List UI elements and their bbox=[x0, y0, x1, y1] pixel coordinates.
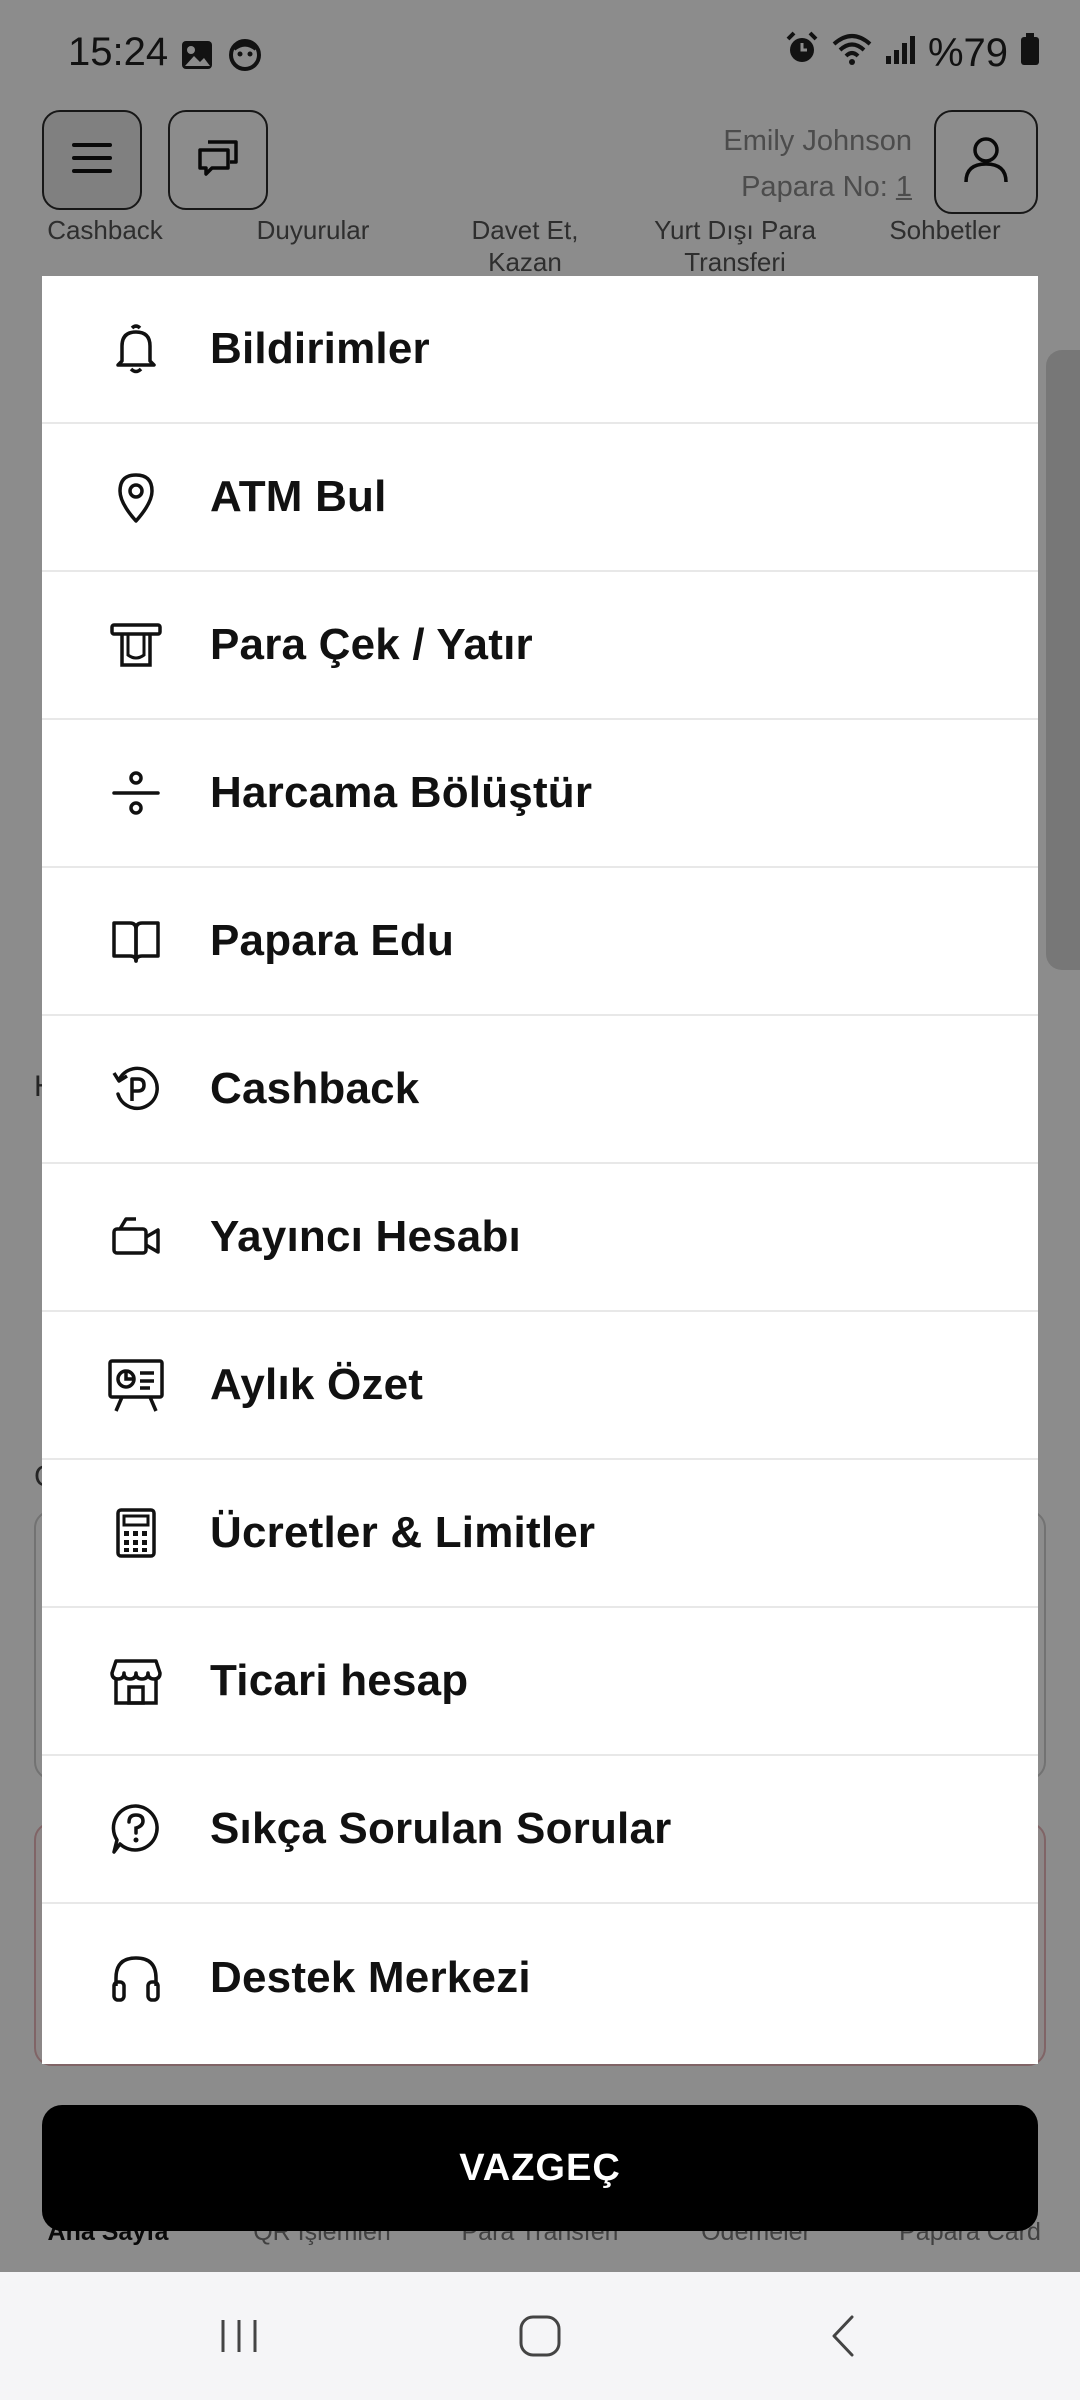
menu-item-label: Aylık Özet bbox=[210, 1360, 424, 1409]
menu-item-atm-bul[interactable]: ATM Bul bbox=[42, 424, 1038, 572]
menu-item-label: Bildirimler bbox=[210, 324, 430, 373]
menu-item-label: Papara Edu bbox=[210, 916, 455, 965]
home-icon[interactable] bbox=[505, 2306, 575, 2366]
location-pin-icon bbox=[104, 465, 168, 529]
menu-item-cashback[interactable]: Cashback bbox=[42, 1016, 1038, 1164]
question-bubble-icon bbox=[104, 1797, 168, 1861]
menu-item-ticari-hesap[interactable]: Ticari hesap bbox=[42, 1608, 1038, 1756]
back-icon[interactable] bbox=[808, 2306, 878, 2366]
menu-item-label: Destek Merkezi bbox=[210, 1953, 531, 2002]
store-icon bbox=[104, 1649, 168, 1713]
menu-item-aylik-ozet[interactable]: Aylık Özet bbox=[42, 1312, 1038, 1460]
menu-item-destek-merkezi[interactable]: Destek Merkezi bbox=[42, 1904, 1038, 2052]
menu-item-label: Cashback bbox=[210, 1064, 420, 1113]
cancel-button[interactable]: VAZGEÇ bbox=[42, 2105, 1038, 2231]
menu-item-label: Ticari hesap bbox=[210, 1656, 469, 1705]
menu-item-label: Harcama Bölüştür bbox=[210, 768, 593, 817]
bell-icon bbox=[104, 317, 168, 381]
cashback-icon bbox=[104, 1057, 168, 1121]
recent-apps-icon[interactable] bbox=[204, 2306, 274, 2366]
menu-item-yayinci-hesabi[interactable]: Yayıncı Hesabı bbox=[42, 1164, 1038, 1312]
menu-item-label: Ücretler & Limitler bbox=[210, 1508, 596, 1557]
video-camera-icon bbox=[104, 1205, 168, 1269]
menu-item-papara-edu[interactable]: Papara Edu bbox=[42, 868, 1038, 1016]
menu-sheet: Bildirimler ATM Bul Para Çek / Yatır Har… bbox=[42, 276, 1038, 2064]
menu-item-harcama-bolustur[interactable]: Harcama Bölüştür bbox=[42, 720, 1038, 868]
atm-icon bbox=[104, 613, 168, 677]
app-root: 15:24 %79 Emily Johnson Papara No: 1 Cas… bbox=[0, 0, 1080, 2400]
menu-item-label: Sıkça Sorulan Sorular bbox=[210, 1804, 672, 1853]
calculator-icon bbox=[104, 1501, 168, 1565]
system-nav-bar bbox=[0, 2272, 1080, 2400]
book-icon bbox=[104, 909, 168, 973]
menu-item-sss[interactable]: Sıkça Sorulan Sorular bbox=[42, 1756, 1038, 1904]
menu-item-para-cek-yatir[interactable]: Para Çek / Yatır bbox=[42, 572, 1038, 720]
menu-item-label: Yayıncı Hesabı bbox=[210, 1212, 521, 1261]
presentation-icon bbox=[104, 1353, 168, 1417]
divide-icon bbox=[104, 761, 168, 825]
headphones-icon bbox=[104, 1946, 168, 2010]
menu-item-bildirimler[interactable]: Bildirimler bbox=[42, 276, 1038, 424]
menu-item-label: Para Çek / Yatır bbox=[210, 620, 533, 669]
menu-item-label: ATM Bul bbox=[210, 472, 387, 521]
menu-item-ucretler-limitler[interactable]: Ücretler & Limitler bbox=[42, 1460, 1038, 1608]
